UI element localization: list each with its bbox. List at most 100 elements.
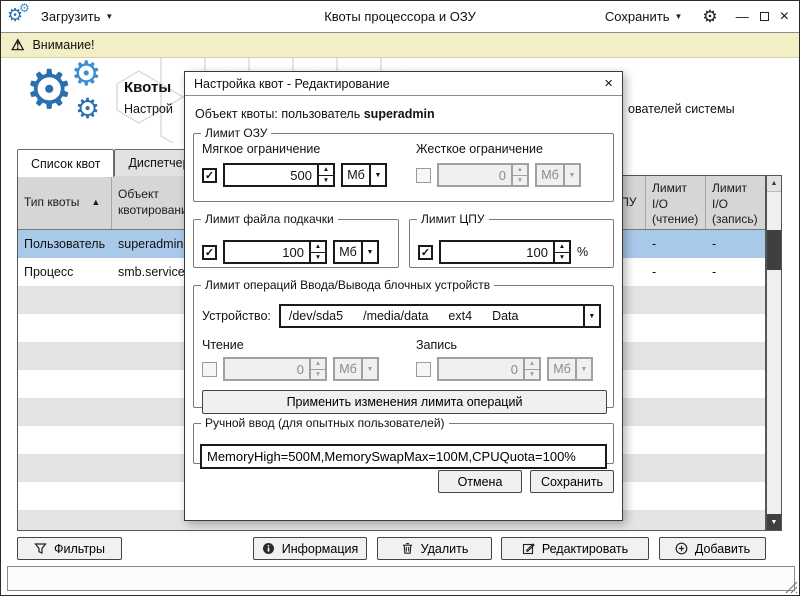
spin-up-icon[interactable]: ▲ <box>555 242 569 252</box>
apply-io-limit-button[interactable]: Применить изменения лимита операций <box>202 390 607 414</box>
info-icon <box>262 542 275 555</box>
unit-value: Мб <box>537 165 563 185</box>
cpu-limit-group: Лимит ЦПУ ✓ 100 ▲ ▼ % <box>409 212 614 268</box>
write-label: Запись <box>416 338 457 352</box>
soft-ram-value[interactable]: 500 <box>225 165 317 185</box>
soft-ram-unit-select[interactable]: Мб ▼ <box>341 163 387 187</box>
cell-io-read: - <box>646 258 706 286</box>
scrollbar-thumb[interactable] <box>767 230 781 270</box>
spinner-buttons[interactable]: ▲ ▼ <box>317 165 333 185</box>
scroll-up-button[interactable]: ▲ <box>767 176 781 192</box>
soft-ram-checkbox[interactable]: ✓ <box>202 168 217 183</box>
save-menu-button[interactable]: Сохранить ▼ <box>599 5 689 28</box>
column-header-label: Тип квоты <box>24 195 79 211</box>
column-header-type[interactable]: Тип квоты ▲ <box>18 176 112 229</box>
cell-io-read: - <box>646 230 706 258</box>
close-button[interactable]: × <box>780 9 789 25</box>
cell-type: Процесс <box>18 258 112 286</box>
minimize-button[interactable]: — <box>736 10 749 23</box>
swap-limit-group: Лимит файла подкачки ✓ 100 ▲ ▼ Мб ▼ <box>193 212 399 268</box>
settings-gear-icon[interactable]: ⚙ <box>702 8 717 25</box>
filters-button[interactable]: Фильтры <box>17 537 122 560</box>
dropdown-icon[interactable]: ▼ <box>369 165 385 185</box>
io-limit-legend: Лимит операций Ввода/Вывода блочных устр… <box>201 278 494 292</box>
quota-object-name: superadmin <box>364 107 435 121</box>
app-gears-icon: ⚙ ⚙ <box>7 4 35 30</box>
page-subtitle-left-fragment: Настрой <box>124 102 173 116</box>
dialog-title-bar: Настройка квот - Редактирование × <box>185 72 622 96</box>
io-write-unit-select: Мб ▼ <box>547 357 593 381</box>
io-read-spinbox: 0 ▲ ▼ <box>223 357 327 381</box>
cpu-spinbox[interactable]: 100 ▲ ▼ <box>439 240 571 264</box>
io-read-checkbox[interactable] <box>202 362 217 377</box>
column-header-object[interactable]: Объект квотирования <box>112 176 192 229</box>
dropdown-icon: ▼ <box>361 359 377 379</box>
sort-ascending-icon: ▲ <box>91 197 100 209</box>
spin-up-icon: ▲ <box>311 359 325 369</box>
spin-up-icon[interactable]: ▲ <box>319 165 333 175</box>
manual-input-field[interactable] <box>200 444 607 469</box>
column-header-io-write[interactable]: Лимит I/O (запись) <box>706 176 765 229</box>
cancel-button[interactable]: Отмена <box>438 470 522 493</box>
spin-down-icon[interactable]: ▼ <box>319 175 333 186</box>
cpu-value[interactable]: 100 <box>441 242 553 262</box>
spin-down-icon[interactable]: ▼ <box>311 252 325 263</box>
swap-value[interactable]: 100 <box>225 242 309 262</box>
spin-down-icon: ▼ <box>513 175 527 186</box>
unit-value: Мб <box>335 359 361 379</box>
filter-funnel-icon <box>34 542 47 555</box>
column-header-io-read[interactable]: Лимит I/O (чтение) <box>646 176 706 229</box>
filters-label: Фильтры <box>54 542 105 556</box>
save-menu-label: Сохранить <box>605 9 670 24</box>
load-menu-button[interactable]: Загрузить ▼ <box>35 5 119 28</box>
ram-limit-group: Лимит ОЗУ Мягкое ограничение Жесткое огр… <box>193 126 614 202</box>
resize-grip[interactable] <box>784 580 798 594</box>
spinner-buttons[interactable]: ▲ ▼ <box>309 242 325 262</box>
swap-unit-select[interactable]: Мб ▼ <box>333 240 379 264</box>
gear-icon: ⚙ <box>19 2 30 14</box>
cpu-checkbox[interactable]: ✓ <box>418 245 433 260</box>
manual-input-legend: Ручной ввод (для опытных пользователей) <box>201 416 449 430</box>
column-header-label: Лимит I/O (запись) <box>712 181 758 226</box>
dropdown-icon[interactable]: ▼ <box>361 242 377 262</box>
maximize-button[interactable] <box>760 12 769 21</box>
scroll-down-button[interactable]: ▼ <box>767 514 781 530</box>
dropdown-icon: ▼ <box>563 165 579 185</box>
swap-checkbox[interactable]: ✓ <box>202 245 217 260</box>
quota-object-line: Объект квоты: пользователь superadmin <box>195 107 435 121</box>
io-write-checkbox[interactable] <box>416 362 431 377</box>
cell-io-write: - <box>706 258 765 286</box>
dropdown-icon: ▼ <box>575 359 591 379</box>
add-button[interactable]: Добавить <box>659 537 766 560</box>
window-controls: — × <box>736 9 789 25</box>
gear-icon: ⚙ <box>25 63 73 117</box>
spin-down-icon: ▼ <box>525 369 539 380</box>
chevron-down-icon: ▼ <box>105 12 113 21</box>
read-label: Чтение <box>202 338 244 352</box>
app-logo: ⚙ ⚙ ⚙ <box>25 67 129 141</box>
cell-object: smb.service <box>112 258 192 286</box>
scroll-down-icon: ▼ <box>771 519 778 526</box>
device-select[interactable]: /dev/sda5 /media/data ext4 Data ▼ <box>279 304 601 328</box>
table-scrollbar[interactable]: ▲ ▼ <box>766 175 782 531</box>
unit-value: Мб <box>343 165 369 185</box>
spin-up-icon[interactable]: ▲ <box>311 242 325 252</box>
info-button[interactable]: Информация <box>253 537 367 560</box>
spin-down-icon[interactable]: ▼ <box>555 252 569 263</box>
delete-button[interactable]: Удалить <box>377 537 492 560</box>
edit-button[interactable]: Редактировать <box>501 537 649 560</box>
swap-limit-legend: Лимит файла подкачки <box>201 212 338 226</box>
quota-edit-dialog: Настройка квот - Редактирование × Объект… <box>184 71 623 521</box>
warning-icon: ⚠ <box>11 38 24 53</box>
page-subtitle-right-fragment: ователей системы <box>628 102 735 116</box>
tab-quota-list[interactable]: Список квот <box>17 149 114 177</box>
soft-ram-spinbox[interactable]: 500 ▲ ▼ <box>223 163 335 187</box>
spinner-buttons[interactable]: ▲ ▼ <box>553 242 569 262</box>
swap-spinbox[interactable]: 100 ▲ ▼ <box>223 240 327 264</box>
save-button[interactable]: Сохранить <box>530 470 614 493</box>
unit-value: Мб <box>549 359 575 379</box>
dialog-close-icon[interactable]: × <box>604 76 613 91</box>
spin-down-icon: ▼ <box>311 369 325 380</box>
hard-ram-checkbox[interactable] <box>416 168 431 183</box>
dropdown-icon[interactable]: ▼ <box>583 306 599 326</box>
